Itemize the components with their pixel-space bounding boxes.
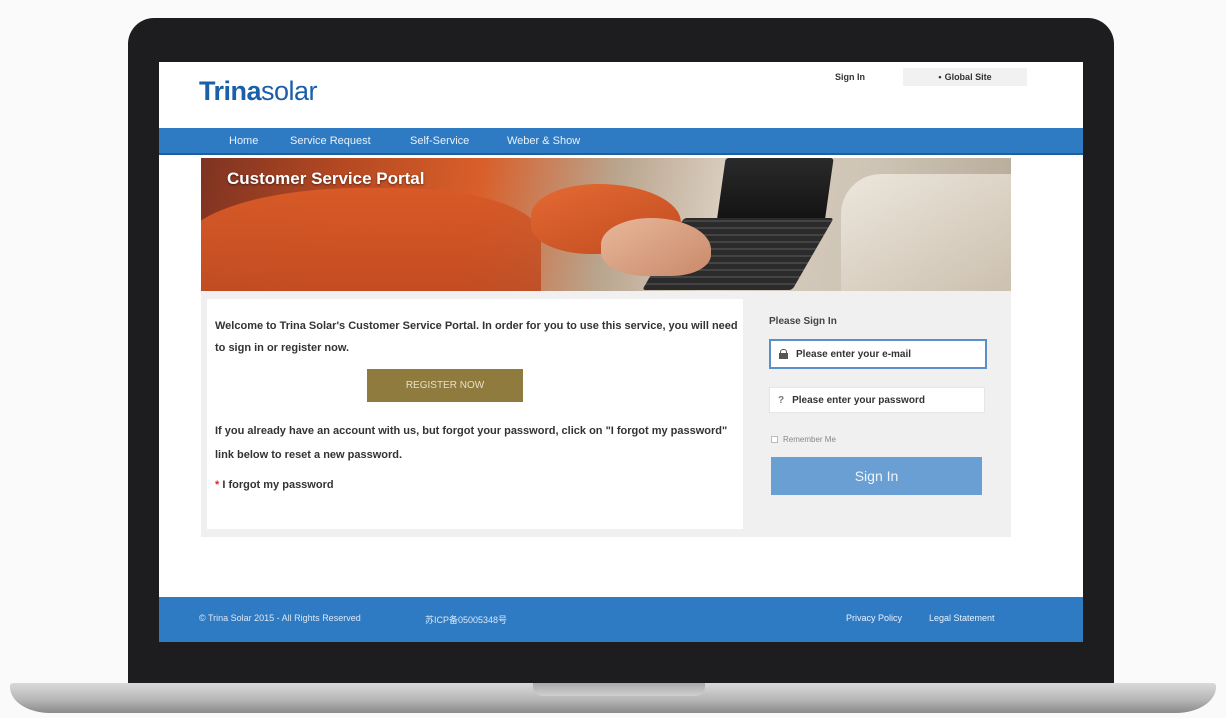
nav-item-self-service[interactable]: Self-Service bbox=[410, 135, 469, 147]
laptop-screen: Trinasolar Sign In • Global Site Home Se… bbox=[159, 62, 1083, 642]
email-input[interactable] bbox=[796, 348, 976, 360]
legal-statement-link[interactable]: Legal Statement bbox=[929, 613, 995, 623]
nav-item-service-request[interactable]: Service Request bbox=[290, 135, 371, 147]
remember-me-checkbox[interactable] bbox=[771, 436, 778, 443]
welcome-text: Welcome to Trina Solar's Customer Servic… bbox=[215, 320, 738, 354]
remember-me-label: Remember Me bbox=[783, 435, 836, 444]
forgot-link-label: I forgot my password bbox=[222, 479, 334, 491]
sign-in-link[interactable]: Sign In bbox=[835, 72, 865, 82]
key-icon: ? bbox=[778, 394, 785, 406]
password-field[interactable]: ? bbox=[769, 387, 985, 413]
forgot-password-link[interactable]: * I forgot my password bbox=[215, 479, 334, 491]
laptop-notch bbox=[533, 683, 705, 696]
welcome-panel: Welcome to Trina Solar's Customer Servic… bbox=[207, 299, 743, 529]
nav-item-weber-show[interactable]: Weber & Show bbox=[507, 135, 580, 147]
sign-in-title: Please Sign In bbox=[769, 316, 837, 327]
icp-license-text: 苏ICP备05005348号 bbox=[425, 615, 508, 625]
site-footer: © Trina Solar 2015 - All Rights Reserved… bbox=[159, 597, 1083, 642]
sign-in-panel: Please Sign In ? Remember Me Sign In bbox=[763, 299, 1003, 529]
laptop-device: Trinasolar Sign In • Global Site Home Se… bbox=[0, 0, 1226, 718]
logo-bold-text: Trina bbox=[199, 76, 262, 106]
hero-sofa-shape bbox=[841, 174, 1011, 291]
global-site-label: Global Site bbox=[944, 72, 992, 82]
privacy-policy-link[interactable]: Privacy Policy bbox=[846, 613, 902, 623]
password-input[interactable] bbox=[792, 394, 973, 406]
forgot-link-marker: * bbox=[215, 479, 220, 491]
global-site-selector[interactable]: • Global Site bbox=[903, 68, 1027, 86]
globe-icon: • bbox=[938, 72, 942, 82]
nav-item-home[interactable]: Home bbox=[229, 135, 258, 147]
lock-icon bbox=[779, 349, 788, 359]
trinasolar-logo[interactable]: Trinasolar bbox=[199, 76, 318, 107]
forgot-password-instructions: If you already have an account with us, … bbox=[215, 425, 728, 461]
register-now-button[interactable]: REGISTER NOW bbox=[367, 369, 523, 402]
email-field[interactable] bbox=[769, 339, 987, 369]
content-area: Welcome to Trina Solar's Customer Servic… bbox=[201, 291, 1011, 537]
copyright-text: © Trina Solar 2015 - All Rights Reserved bbox=[199, 613, 361, 623]
remember-me-option[interactable]: Remember Me bbox=[771, 435, 836, 444]
logo-regular-text: solar bbox=[261, 76, 318, 106]
hero-sleeve-shape bbox=[201, 188, 541, 291]
hero-laptop-screen-shape bbox=[716, 158, 834, 224]
sign-in-button[interactable]: Sign In bbox=[771, 457, 982, 495]
hero-banner: Customer Service Portal bbox=[201, 158, 1011, 291]
main-nav: Home Service Request Self-Service Weber … bbox=[159, 128, 1083, 155]
site-header: Trinasolar Sign In • Global Site bbox=[159, 62, 1083, 128]
hero-title: Customer Service Portal bbox=[227, 169, 425, 188]
